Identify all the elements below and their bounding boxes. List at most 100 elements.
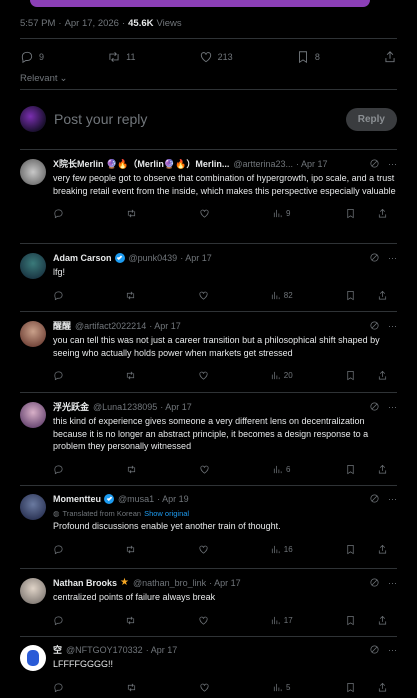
grok-icon[interactable] (369, 577, 380, 588)
views-action[interactable]: 17 (270, 615, 293, 626)
more-icon[interactable]: ··· (388, 494, 397, 504)
views-action[interactable]: 16 (270, 544, 293, 555)
avatar[interactable] (20, 645, 46, 671)
author-name[interactable]: 浮光跃金 (53, 400, 89, 413)
more-icon[interactable]: ··· (388, 578, 397, 588)
views-action[interactable]: 20 (270, 370, 293, 381)
share-icon (385, 51, 395, 63)
reply-post[interactable]: 空 @NFTGOY170332 · Apr 17 ··· LFFFFGGGG!!… (20, 643, 397, 693)
avatar[interactable] (20, 494, 46, 520)
like-action[interactable] (198, 290, 218, 301)
reply-action[interactable] (53, 682, 73, 693)
more-icon[interactable]: ··· (388, 253, 397, 263)
reply-action[interactable] (53, 464, 73, 475)
author-handle[interactable]: @artifact2022214 (75, 321, 146, 331)
views-action[interactable]: 6 (272, 464, 292, 475)
share-action[interactable] (377, 464, 397, 475)
author-name[interactable]: Nathan Brooks (53, 578, 117, 588)
reply-sort-dropdown[interactable]: Relevant ⌄ (20, 73, 67, 84)
author-name[interactable]: Adam Carson (53, 253, 112, 263)
more-icon[interactable]: ··· (388, 159, 397, 169)
reply-post[interactable]: Nathan Brooks ★ @nathan_bro_link · Apr 1… (20, 576, 397, 626)
share-action[interactable] (377, 544, 397, 555)
bookmark-icon (298, 51, 307, 64)
like-action[interactable] (199, 682, 219, 693)
bookmark-action[interactable] (345, 208, 365, 219)
repost-icon (127, 465, 136, 473)
grok-icon[interactable] (369, 320, 380, 331)
reply-input[interactable]: Post your reply (54, 111, 346, 127)
grok-icon[interactable] (369, 401, 380, 412)
repost-action[interactable] (125, 615, 145, 626)
like-action[interactable] (199, 464, 219, 475)
more-icon[interactable]: ··· (388, 645, 397, 655)
reply-post[interactable]: Momentteu @musa1 · Apr 19 ··· ◍ Translat… (20, 492, 397, 555)
author-handle[interactable]: @Luna1238095 (93, 402, 157, 412)
reply-action[interactable] (53, 615, 73, 626)
like-stat[interactable]: 213 (199, 50, 233, 64)
post-date[interactable]: Apr 17, 2026 (65, 18, 119, 29)
bookmark-action[interactable] (345, 544, 365, 555)
views-action[interactable]: 9 (272, 208, 292, 219)
repost-action[interactable] (126, 464, 146, 475)
reply-action[interactable] (53, 370, 73, 381)
author-handle[interactable]: @musa1 (118, 494, 154, 504)
share-action[interactable] (377, 615, 397, 626)
avatar[interactable] (20, 321, 46, 347)
reply-post[interactable]: 醒醒 @artifact2022214 · Apr 17 ··· you can… (20, 319, 397, 381)
bookmark-stat[interactable]: 8 (296, 50, 320, 64)
reply-post[interactable]: Adam Carson @punk0439 · Apr 17 ··· lfg! … (20, 251, 397, 301)
author-handle[interactable]: @punk0439 (129, 253, 178, 263)
avatar[interactable] (20, 159, 46, 185)
views-action[interactable]: 82 (270, 290, 293, 301)
show-original-link[interactable]: Show original (144, 509, 189, 518)
reply-icon (54, 290, 63, 300)
like-action[interactable] (198, 370, 218, 381)
reply-stat[interactable]: 9 (20, 50, 44, 64)
avatar[interactable] (20, 402, 46, 428)
more-icon[interactable]: ··· (388, 321, 397, 331)
reply-action[interactable] (53, 208, 73, 219)
reply-button[interactable]: Reply (345, 107, 397, 131)
more-icon[interactable]: ··· (388, 402, 397, 412)
author-name[interactable]: 醒醒 (53, 319, 71, 332)
grok-icon[interactable] (369, 158, 380, 169)
author-name[interactable]: Momentteu (53, 494, 101, 504)
share-action[interactable] (377, 370, 397, 381)
share-action[interactable] (377, 290, 397, 301)
grok-icon[interactable] (369, 252, 380, 263)
share-action[interactable] (377, 208, 397, 219)
repost-action[interactable] (125, 290, 145, 301)
reply-post[interactable]: X院长Merlin 🔮🔥（Merlin🔮🔥）Merlin... @artteri… (20, 157, 397, 219)
bookmark-icon (347, 464, 354, 474)
avatar[interactable] (20, 578, 46, 604)
like-action[interactable] (199, 208, 219, 219)
bookmark-action[interactable] (345, 615, 365, 626)
author-name[interactable]: X院长Merlin 🔮🔥（Merlin🔮🔥）Merlin... (53, 157, 229, 170)
bookmark-action[interactable] (345, 370, 365, 381)
like-action[interactable] (198, 615, 218, 626)
bookmark-action[interactable] (345, 682, 365, 693)
repost-action[interactable] (126, 682, 146, 693)
bookmark-action[interactable] (345, 290, 365, 301)
repost-action[interactable] (126, 208, 146, 219)
like-action[interactable] (198, 544, 218, 555)
grok-icon[interactable] (369, 644, 380, 655)
bookmark-action[interactable] (345, 464, 365, 475)
reply-post[interactable]: 浮光跃金 @Luna1238095 · Apr 17 ··· this kind… (20, 400, 397, 475)
views-action[interactable]: 5 (272, 682, 292, 693)
author-handle[interactable]: @NFTGOY170332 (66, 645, 143, 655)
author-name[interactable]: 空 (53, 643, 62, 656)
author-handle[interactable]: @artterina23... (233, 159, 293, 169)
repost-stat[interactable]: 11 (107, 50, 136, 64)
grok-icon[interactable] (369, 493, 380, 504)
repost-action[interactable] (125, 370, 145, 381)
author-handle[interactable]: @nathan_bro_link (133, 578, 206, 588)
share-stat[interactable] (383, 50, 397, 64)
avatar[interactable] (20, 253, 46, 279)
share-action[interactable] (377, 682, 397, 693)
reply-action[interactable] (53, 290, 73, 301)
repost-action[interactable] (125, 544, 145, 555)
reply-action[interactable] (53, 544, 73, 555)
reply-icon (54, 682, 63, 692)
